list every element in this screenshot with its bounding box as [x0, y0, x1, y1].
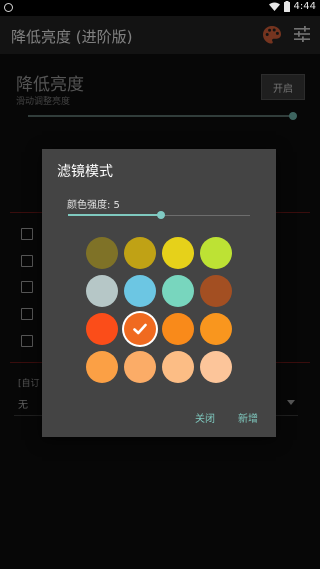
color-swatch[interactable] [162, 313, 194, 345]
color-swatch[interactable] [162, 237, 194, 269]
color-swatch[interactable] [162, 351, 194, 383]
color-swatch[interactable] [124, 237, 156, 269]
checkmark-icon [133, 323, 147, 335]
color-swatch[interactable] [86, 237, 118, 269]
filter-mode-dialog: 滤镜模式 颜色强度: 5 关闭 新增 [42, 149, 276, 437]
color-swatch[interactable] [162, 275, 194, 307]
add-button[interactable]: 新增 [238, 410, 258, 425]
battery-icon [283, 1, 290, 12]
status-bar: 4:44 [0, 0, 320, 16]
color-swatch[interactable] [124, 313, 156, 345]
color-swatch[interactable] [86, 351, 118, 383]
intensity-slider-fill [68, 214, 161, 216]
notification-ring-icon [4, 3, 13, 12]
close-button[interactable]: 关闭 [195, 410, 215, 425]
color-swatch[interactable] [200, 237, 232, 269]
color-swatch[interactable] [124, 351, 156, 383]
color-swatch[interactable] [124, 275, 156, 307]
wifi-icon [268, 2, 280, 11]
color-swatch[interactable] [86, 275, 118, 307]
status-icons: 4:44 [268, 1, 316, 12]
color-swatch[interactable] [200, 275, 232, 307]
intensity-slider-thumb[interactable] [156, 211, 165, 219]
color-swatch[interactable] [200, 313, 232, 345]
color-swatch[interactable] [200, 351, 232, 383]
color-swatch[interactable] [86, 313, 118, 345]
dialog-title: 滤镜模式 [57, 164, 113, 180]
intensity-label: 颜色强度: 5 [67, 200, 120, 211]
color-swatch-grid [86, 237, 234, 383]
status-time: 4:44 [293, 1, 316, 12]
